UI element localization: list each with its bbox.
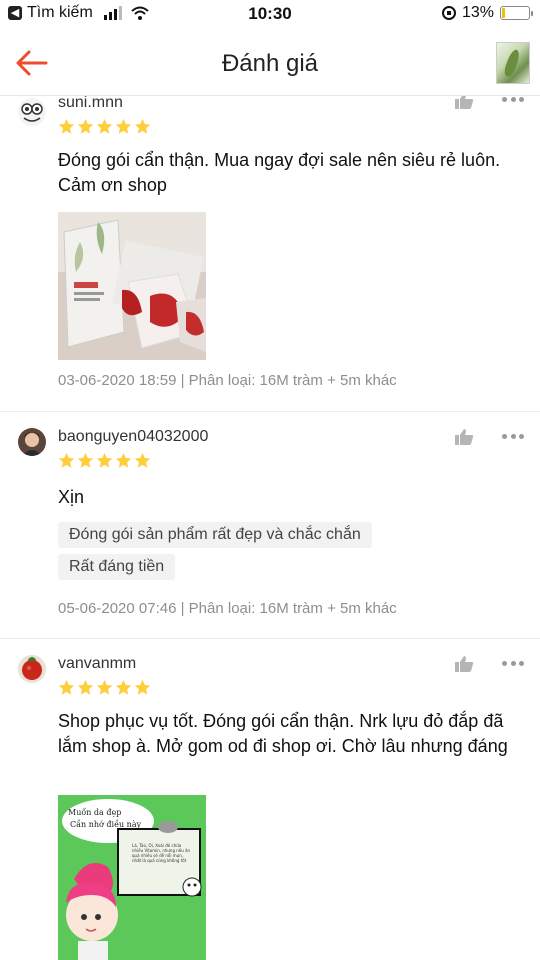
star-icon xyxy=(77,452,94,468)
review-photo[interactable]: Muốn da đẹp Cần nhớ điều này Lá, Táo, Ổi… xyxy=(58,795,206,960)
product-thumbnail[interactable] xyxy=(496,42,530,84)
like-icon[interactable] xyxy=(454,655,474,673)
star-icon xyxy=(58,679,75,695)
star-icon xyxy=(134,679,151,695)
star-icon xyxy=(96,118,113,134)
review-item: vanvanmm Shop phục vụ tốt. Đóng gói cẩn … xyxy=(0,639,540,960)
review-username[interactable]: vanvanmm xyxy=(58,655,136,673)
star-icon xyxy=(115,452,132,468)
like-icon[interactable] xyxy=(454,428,474,446)
more-options-icon[interactable] xyxy=(502,661,524,667)
status-right: 13% xyxy=(441,4,533,22)
page-title: Đánh giá xyxy=(221,50,319,77)
review-meta: 03-06-2020 18:59 | Phân loại: 16M tràm +… xyxy=(58,372,397,389)
star-rating xyxy=(58,118,151,135)
star-icon xyxy=(58,118,75,134)
star-rating xyxy=(58,679,151,696)
photo-caption: Muốn da đẹp xyxy=(68,808,121,817)
user-avatar[interactable] xyxy=(18,98,46,126)
review-text: Shop phục vụ tốt. Đóng gói cẩn thận. Nrk… xyxy=(58,711,508,756)
review-list: suni.mnn Đóng gói cẩn thận. Mua ngay đợi… xyxy=(0,96,540,960)
star-icon xyxy=(134,118,151,134)
star-icon xyxy=(77,118,94,134)
star-icon xyxy=(115,118,132,134)
like-icon[interactable] xyxy=(454,96,474,110)
more-options-icon[interactable] xyxy=(502,97,524,103)
review-username[interactable]: baonguyen04032000 xyxy=(58,428,208,446)
status-bar: ◀ Tìm kiếm 10:30 13% xyxy=(0,0,540,28)
star-icon xyxy=(115,679,132,695)
user-avatar[interactable] xyxy=(18,655,46,683)
review-tag: Rất đáng tiền xyxy=(58,554,176,580)
battery-percent: 13% xyxy=(461,4,494,21)
review-text: Đóng gói cẩn thận. Mua ngay đợi sale nên… xyxy=(58,150,501,195)
review-item: suni.mnn Đóng gói cẩn thận. Mua ngay đợi… xyxy=(0,96,540,412)
review-text: Xịn xyxy=(58,487,85,507)
photo-caption: Cần nhớ điều này xyxy=(70,820,142,829)
page-header: Đánh giá xyxy=(0,28,540,96)
star-rating xyxy=(58,452,151,469)
star-icon xyxy=(134,452,151,468)
review-meta: 05-06-2020 07:46 | Phân loại: 16M tràm +… xyxy=(58,600,397,617)
star-icon xyxy=(77,679,94,695)
user-avatar[interactable] xyxy=(18,428,46,456)
battery-icon xyxy=(500,6,533,20)
review-photo[interactable] xyxy=(58,212,206,360)
star-icon xyxy=(96,452,113,468)
review-tag: Đóng gói sản phẩm rất đẹp và chắc chắn xyxy=(58,522,372,548)
battery-fill xyxy=(502,8,506,18)
star-icon xyxy=(58,452,75,468)
photo-small-text: Lá, Táo, Ổi, Xoài đỏ chứa nhiều Vitamin,… xyxy=(132,843,191,863)
star-icon xyxy=(96,679,113,695)
more-options-icon[interactable] xyxy=(502,434,524,440)
review-username[interactable]: suni.mnn xyxy=(58,96,123,112)
review-item: baonguyen04032000 Xịn Đóng gói sản phẩm … xyxy=(0,412,540,639)
rotation-lock-icon xyxy=(441,6,456,20)
